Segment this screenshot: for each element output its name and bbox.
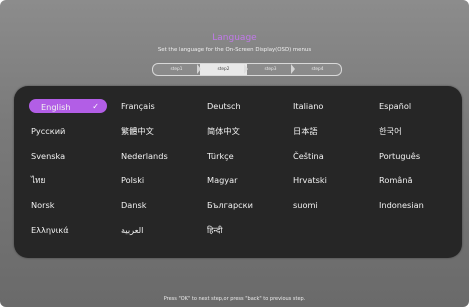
language-option-label: English — [41, 101, 71, 112]
step-4: step4 — [291, 64, 341, 75]
footer-hint: Press "OK" to next step,or press "back" … — [163, 296, 306, 302]
language-option[interactable]: 繁體中文 — [121, 125, 207, 137]
language-option[interactable]: Norsk — [31, 199, 121, 211]
page-title: Language — [212, 33, 257, 43]
language-panel: English ✓ Français Deutsch Italiano Español Ру… — [14, 86, 462, 258]
language-option[interactable]: Română — [379, 174, 465, 186]
language-option[interactable]: Ελληνικά — [31, 224, 121, 236]
language-option[interactable]: 한국어 — [379, 125, 465, 137]
language-option[interactable]: Italiano — [293, 100, 379, 112]
osd-screen: Language Set the language for the On-Scr… — [0, 0, 469, 307]
step-progress: step1 step2 step3 step4 — [152, 63, 342, 76]
language-option[interactable]: Polski — [121, 174, 207, 186]
language-option[interactable]: 简体中文 — [207, 125, 293, 137]
language-option[interactable]: Português — [379, 150, 465, 162]
language-option[interactable]: Türkçe — [207, 150, 293, 162]
language-option[interactable]: العربية — [121, 224, 207, 236]
language-option[interactable]: Čeština — [293, 150, 379, 162]
language-option[interactable]: Deutsch — [207, 100, 293, 112]
language-grid: English ✓ Français Deutsch Italiano Español Ру… — [29, 94, 465, 242]
language-option[interactable]: Español — [379, 100, 465, 112]
language-option[interactable]: 日本語 — [293, 125, 379, 137]
language-option[interactable]: Български — [207, 199, 293, 211]
step-2: step2 — [197, 64, 247, 75]
step-3: step3 — [244, 64, 294, 75]
language-option[interactable]: हिन्दी — [207, 224, 293, 236]
language-option[interactable]: Magyar — [207, 174, 293, 186]
language-option[interactable]: Hrvatski — [293, 174, 379, 186]
language-option[interactable]: suomi — [293, 199, 379, 211]
language-option[interactable]: Nederlands — [121, 150, 207, 162]
check-icon: ✓ — [92, 101, 99, 111]
page-subtitle: Set the language for the On-Screen Displ… — [157, 47, 312, 53]
language-option[interactable]: Svenska — [31, 150, 121, 162]
language-option[interactable]: Français — [121, 100, 207, 112]
step-1: step1 — [170, 67, 183, 72]
language-option[interactable]: Dansk — [121, 199, 207, 211]
language-option[interactable]: English ✓ — [29, 99, 107, 114]
language-option[interactable]: Indonesian — [379, 199, 465, 211]
language-option[interactable]: ไทย — [31, 174, 121, 186]
language-option[interactable]: Русский — [31, 125, 121, 137]
